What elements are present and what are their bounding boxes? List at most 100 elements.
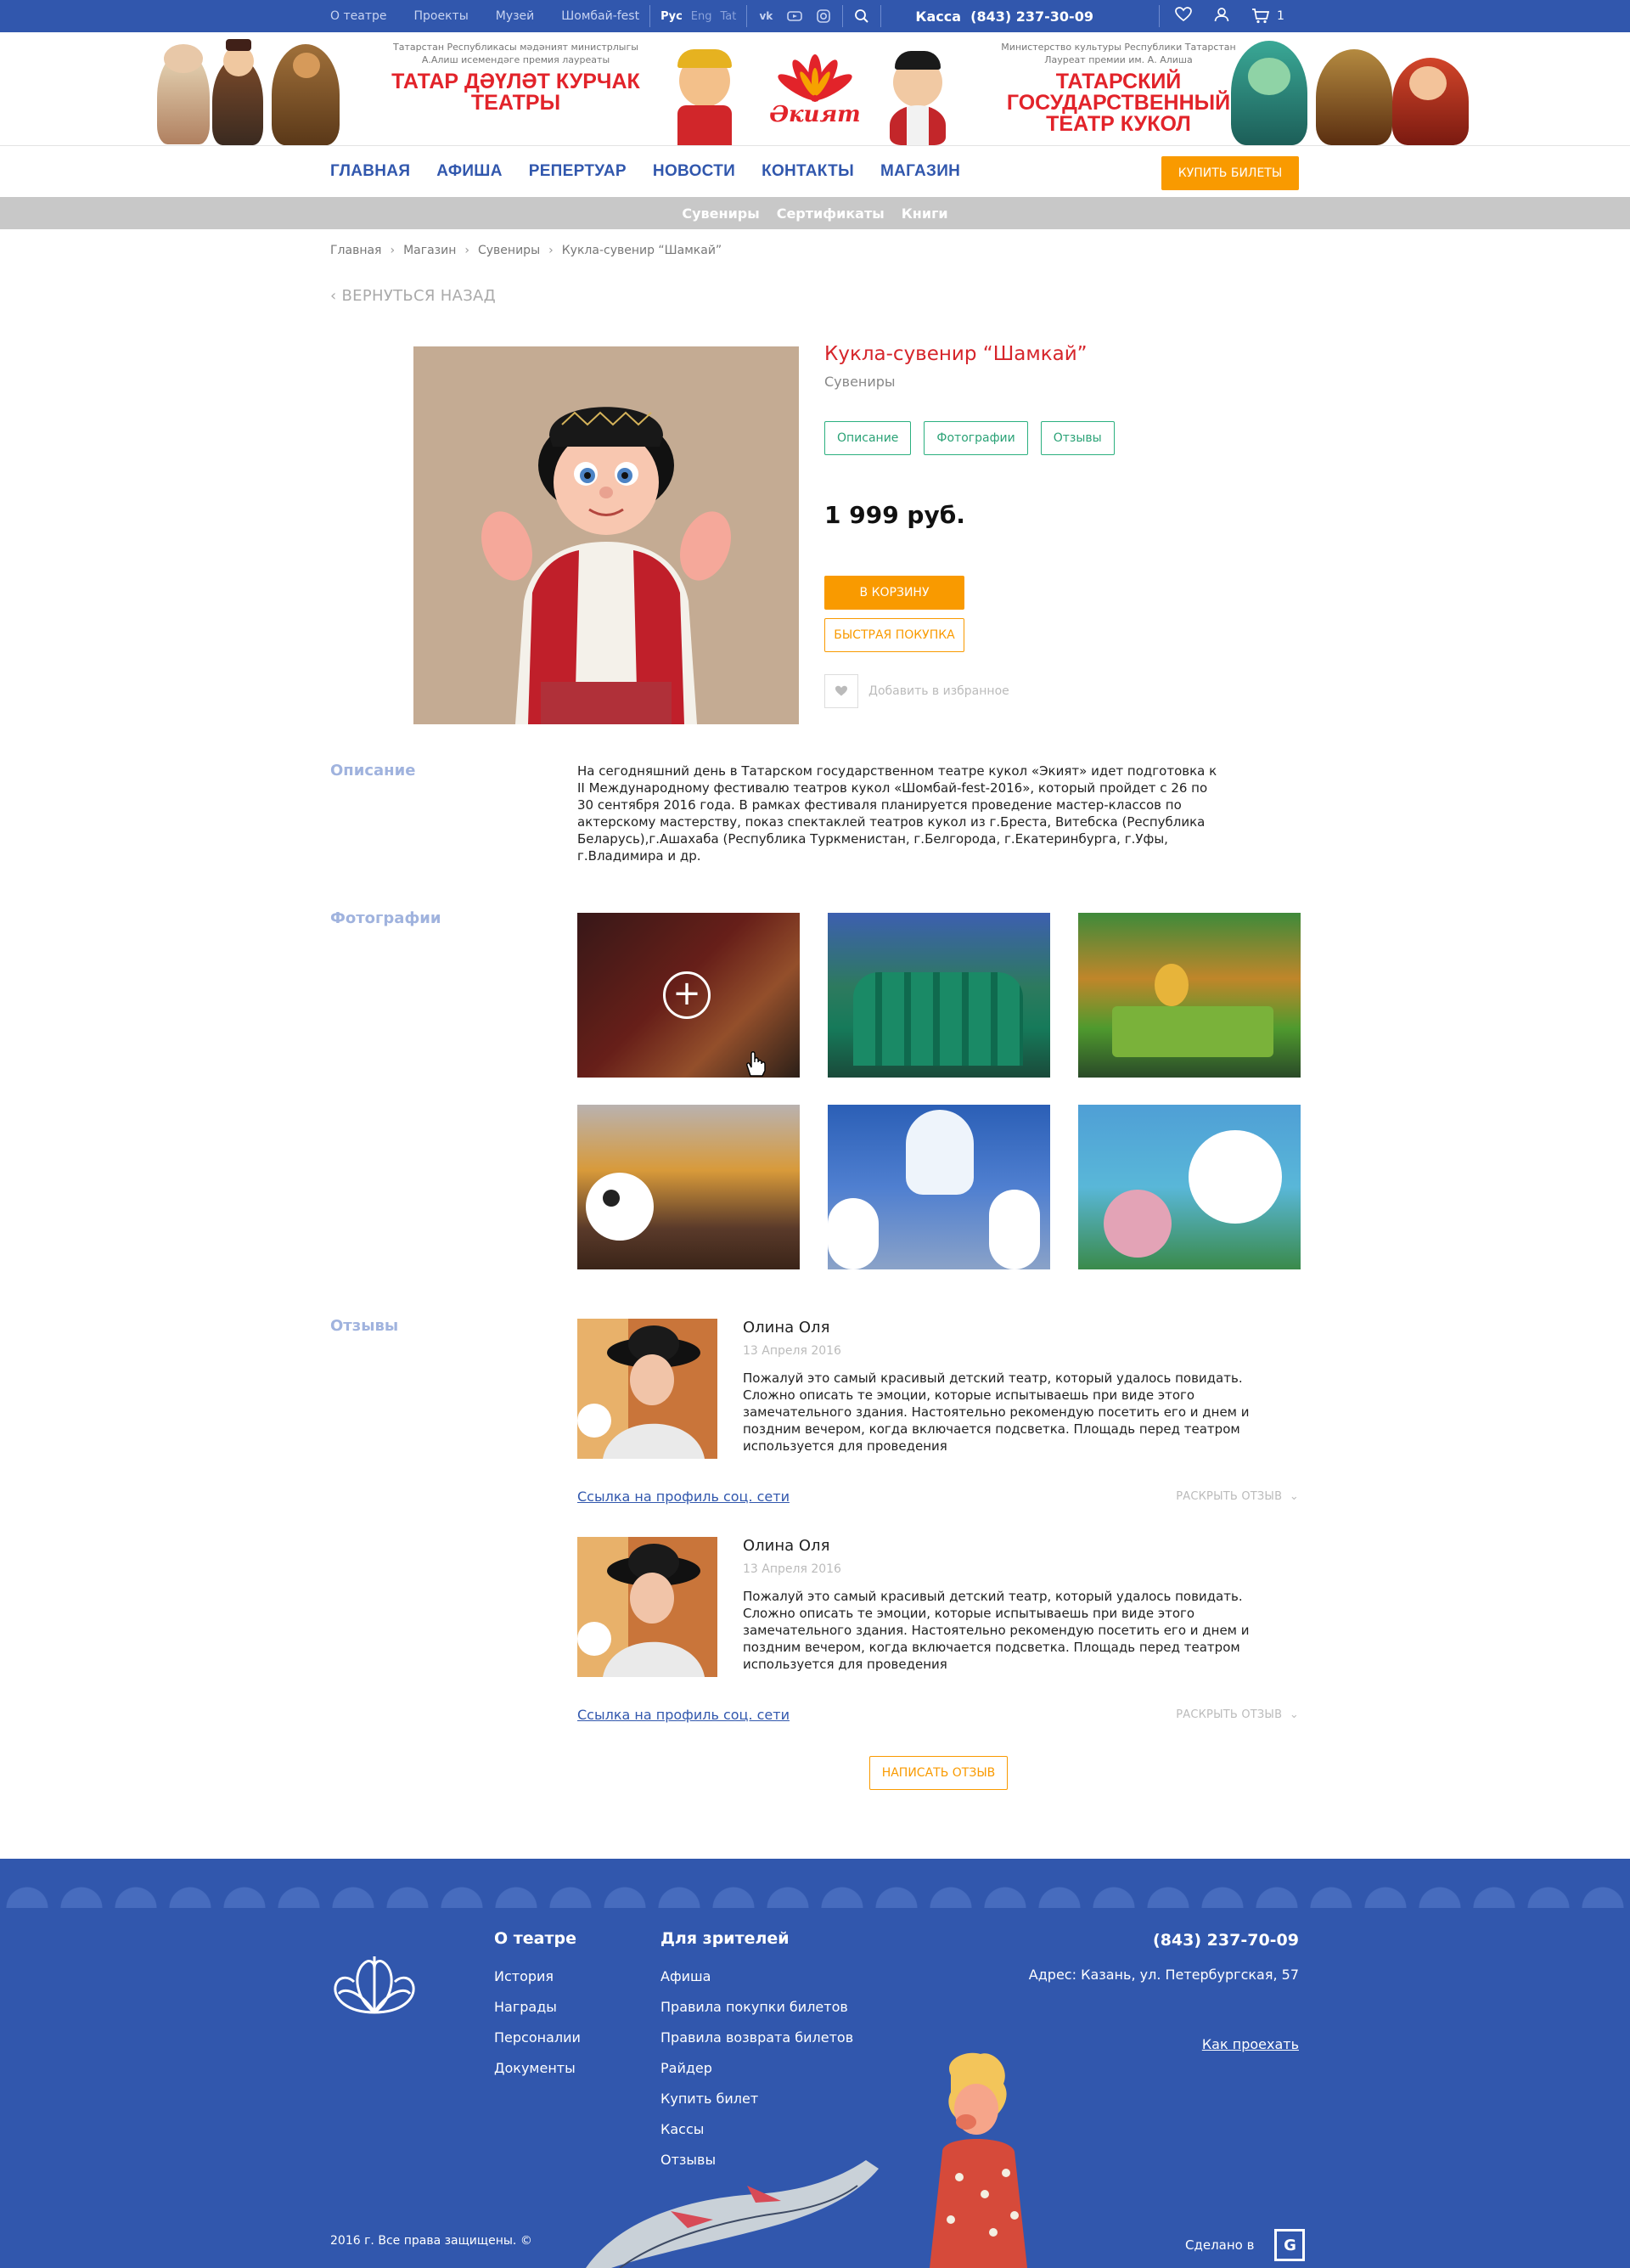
footer-link[interactable]: Документы: [494, 2060, 576, 2076]
top-link-museum[interactable]: Музей: [496, 9, 535, 23]
header-banner: Татарстан Республикасы мәдәният министрл…: [0, 32, 1630, 146]
lang-ru[interactable]: Рус: [660, 10, 683, 23]
product-tabs: Описание Фотографии Отзывы: [824, 421, 1115, 455]
nav-shop[interactable]: МАГАЗИН: [880, 162, 960, 181]
reviews-heading: Отзывы: [330, 1317, 399, 1335]
copyright: 2016 г. Все права защищены. ©: [330, 2234, 532, 2248]
footer-link[interactable]: Награды: [494, 1999, 557, 2015]
gallery-photo[interactable]: [828, 1105, 1050, 1269]
youtube-icon[interactable]: [786, 9, 803, 23]
quick-buy-button[interactable]: БЫСТРАЯ ПОКУПКА: [824, 618, 964, 652]
vk-icon[interactable]: vk: [757, 9, 774, 23]
buy-tickets-button[interactable]: КУПИТЬ БИЛЕТЫ: [1161, 156, 1299, 190]
banner-right-subtitle: Министерство культуры Республики Татарст…: [1001, 42, 1236, 65]
crumb-current: Кукла-сувенир “Шамкай”: [561, 244, 722, 257]
expand-review-button[interactable]: РАСКРЫТЬ ОТЗЫВ ⌄: [1176, 1490, 1299, 1503]
lang-tat[interactable]: Tat: [721, 10, 737, 23]
review-text: Пожалуй это самый красивый детский театр…: [743, 1589, 1250, 1672]
footer-link[interactable]: Правила возврата билетов: [660, 2029, 853, 2046]
footer-address: Адрес: Казань, ул. Петербургская, 57: [1028, 1967, 1299, 1983]
instagram-icon[interactable]: [815, 9, 832, 23]
photos-heading: Фотографии: [330, 909, 441, 927]
add-to-cart-button[interactable]: В КОРЗИНУ: [824, 576, 964, 610]
divider: [880, 5, 882, 27]
gallery-photo[interactable]: +: [577, 913, 800, 1078]
banner-left-subtitle: Татарстан Республикасы мәдәният министрл…: [393, 42, 638, 65]
puppet-boy-right: [874, 49, 959, 145]
favorites-label: Добавить в избранное: [868, 684, 1009, 698]
puppets-left-image: [132, 32, 386, 145]
add-to-favorites[interactable]: Добавить в избранное: [824, 674, 1009, 708]
social-profile-link[interactable]: Ссылка на профиль соц. сети: [577, 1707, 790, 1723]
footer-link[interactable]: История: [494, 1968, 554, 1984]
zoom-plus-icon[interactable]: +: [663, 971, 711, 1019]
crumb-home[interactable]: Главная: [330, 244, 381, 257]
user-icon[interactable]: [1214, 7, 1229, 25]
expand-review-button[interactable]: РАСКРЫТЬ ОТЗЫВ ⌄: [1176, 1708, 1299, 1721]
tab-reviews[interactable]: Отзывы: [1040, 421, 1115, 455]
crumb-souvenirs[interactable]: Сувениры: [478, 244, 540, 257]
write-review-button[interactable]: НАПИСАТЬ ОТЗЫВ: [869, 1756, 1008, 1790]
banner-left-title: ТАТАР ДӘҮЛӘТ КУРЧАК ТЕАТРЫ: [391, 70, 640, 115]
crumb-shop[interactable]: Магазин: [403, 244, 456, 257]
cart-icon[interactable]: 1: [1251, 8, 1284, 24]
gallery-photo[interactable]: [828, 913, 1050, 1078]
footer-col-title: О театре: [494, 1929, 576, 1948]
main-nav: ГЛАВНАЯ АФИША РЕПЕРТУАР НОВОСТИ КОНТАКТЫ…: [330, 146, 1299, 197]
description-text: На сегодняшний день в Татарском государс…: [577, 763, 1217, 864]
footer: О театре История Награды Персоналии Доку…: [0, 1859, 1630, 2268]
gallery-photo[interactable]: [1078, 913, 1301, 1078]
chevron-down-icon: ⌄: [1289, 1708, 1299, 1721]
nav-news[interactable]: НОВОСТИ: [653, 162, 735, 181]
top-link-projects[interactable]: Проекты: [413, 9, 468, 23]
back-link[interactable]: ‹ ВЕРНУТЬСЯ НАЗАД: [330, 287, 496, 305]
theatre-logo[interactable]: Әкият: [764, 44, 866, 138]
made-by-label: Сделано в: [1185, 2237, 1255, 2253]
product-price: 1 999 руб.: [824, 501, 965, 529]
studio-logo-icon[interactable]: G: [1274, 2229, 1306, 2261]
review-avatar: [577, 1319, 717, 1459]
review-date: 13 Апреля 2016: [743, 1562, 841, 1576]
breadcrumb: Главная › Магазин › Сувениры › Кукла-сув…: [330, 244, 722, 257]
social-profile-link[interactable]: Ссылка на профиль соц. сети: [577, 1489, 790, 1505]
review-author: Олина Оля: [743, 1537, 830, 1555]
product-category: Сувениры: [824, 374, 896, 390]
subnav-souvenirs[interactable]: Сувениры: [682, 205, 759, 222]
footer-link[interactable]: Персоналии: [494, 2029, 581, 2046]
footer-puppet-illustration: [586, 2050, 1061, 2268]
gallery-photo[interactable]: [577, 1105, 800, 1269]
made-by[interactable]: Сделано в G: [1185, 2229, 1306, 2261]
logo-text: Әкият: [769, 102, 861, 127]
heart-icon[interactable]: [824, 674, 858, 708]
top-link-about[interactable]: О театре: [330, 9, 386, 23]
footer-link[interactable]: Афиша: [660, 1968, 711, 1984]
photo-gallery: +: [577, 913, 1301, 1269]
favorites-heart-icon[interactable]: [1175, 7, 1192, 25]
footer-logo[interactable]: [330, 1948, 419, 2016]
divider: [1159, 5, 1160, 27]
nav-contacts[interactable]: КОНТАКТЫ: [762, 162, 854, 181]
directions-link[interactable]: Как проехать: [1202, 2036, 1299, 2052]
nav-home[interactable]: ГЛАВНАЯ: [330, 162, 410, 181]
footer-phone[interactable]: (843) 237-70-09: [1153, 1931, 1299, 1950]
gallery-photo[interactable]: [1078, 1105, 1301, 1269]
tab-photos[interactable]: Фотографии: [924, 421, 1028, 455]
subnav-certificates[interactable]: Сертификаты: [777, 205, 885, 222]
banner-right-title: ТАТАРСКИЙ ГОСУДАРСТВЕННЫЙ ТЕАТР КУКОЛ: [1006, 70, 1231, 136]
top-link-fest[interactable]: Шомбай-fest: [561, 9, 639, 23]
footer-link[interactable]: Правила покупки билетов: [660, 1999, 848, 2015]
kassa-phone[interactable]: Касса (843) 237-30-09: [915, 8, 1093, 25]
chevron-down-icon: ⌄: [1289, 1490, 1299, 1503]
hand-cursor-icon: [746, 1051, 766, 1077]
nav-afisha[interactable]: АФИША: [436, 162, 502, 181]
divider: [746, 5, 748, 27]
nav-repertoire[interactable]: РЕПЕРТУАР: [529, 162, 627, 181]
search-icon[interactable]: [853, 9, 870, 23]
subnav-books[interactable]: Книги: [902, 205, 948, 222]
cart-count: 1: [1277, 9, 1284, 23]
product-image[interactable]: [413, 346, 799, 724]
tab-description[interactable]: Описание: [824, 421, 912, 455]
lang-en[interactable]: Eng: [691, 10, 712, 23]
footer-col-title: Для зрителей: [660, 1929, 790, 1948]
footer-ornament: [0, 1859, 1630, 1908]
